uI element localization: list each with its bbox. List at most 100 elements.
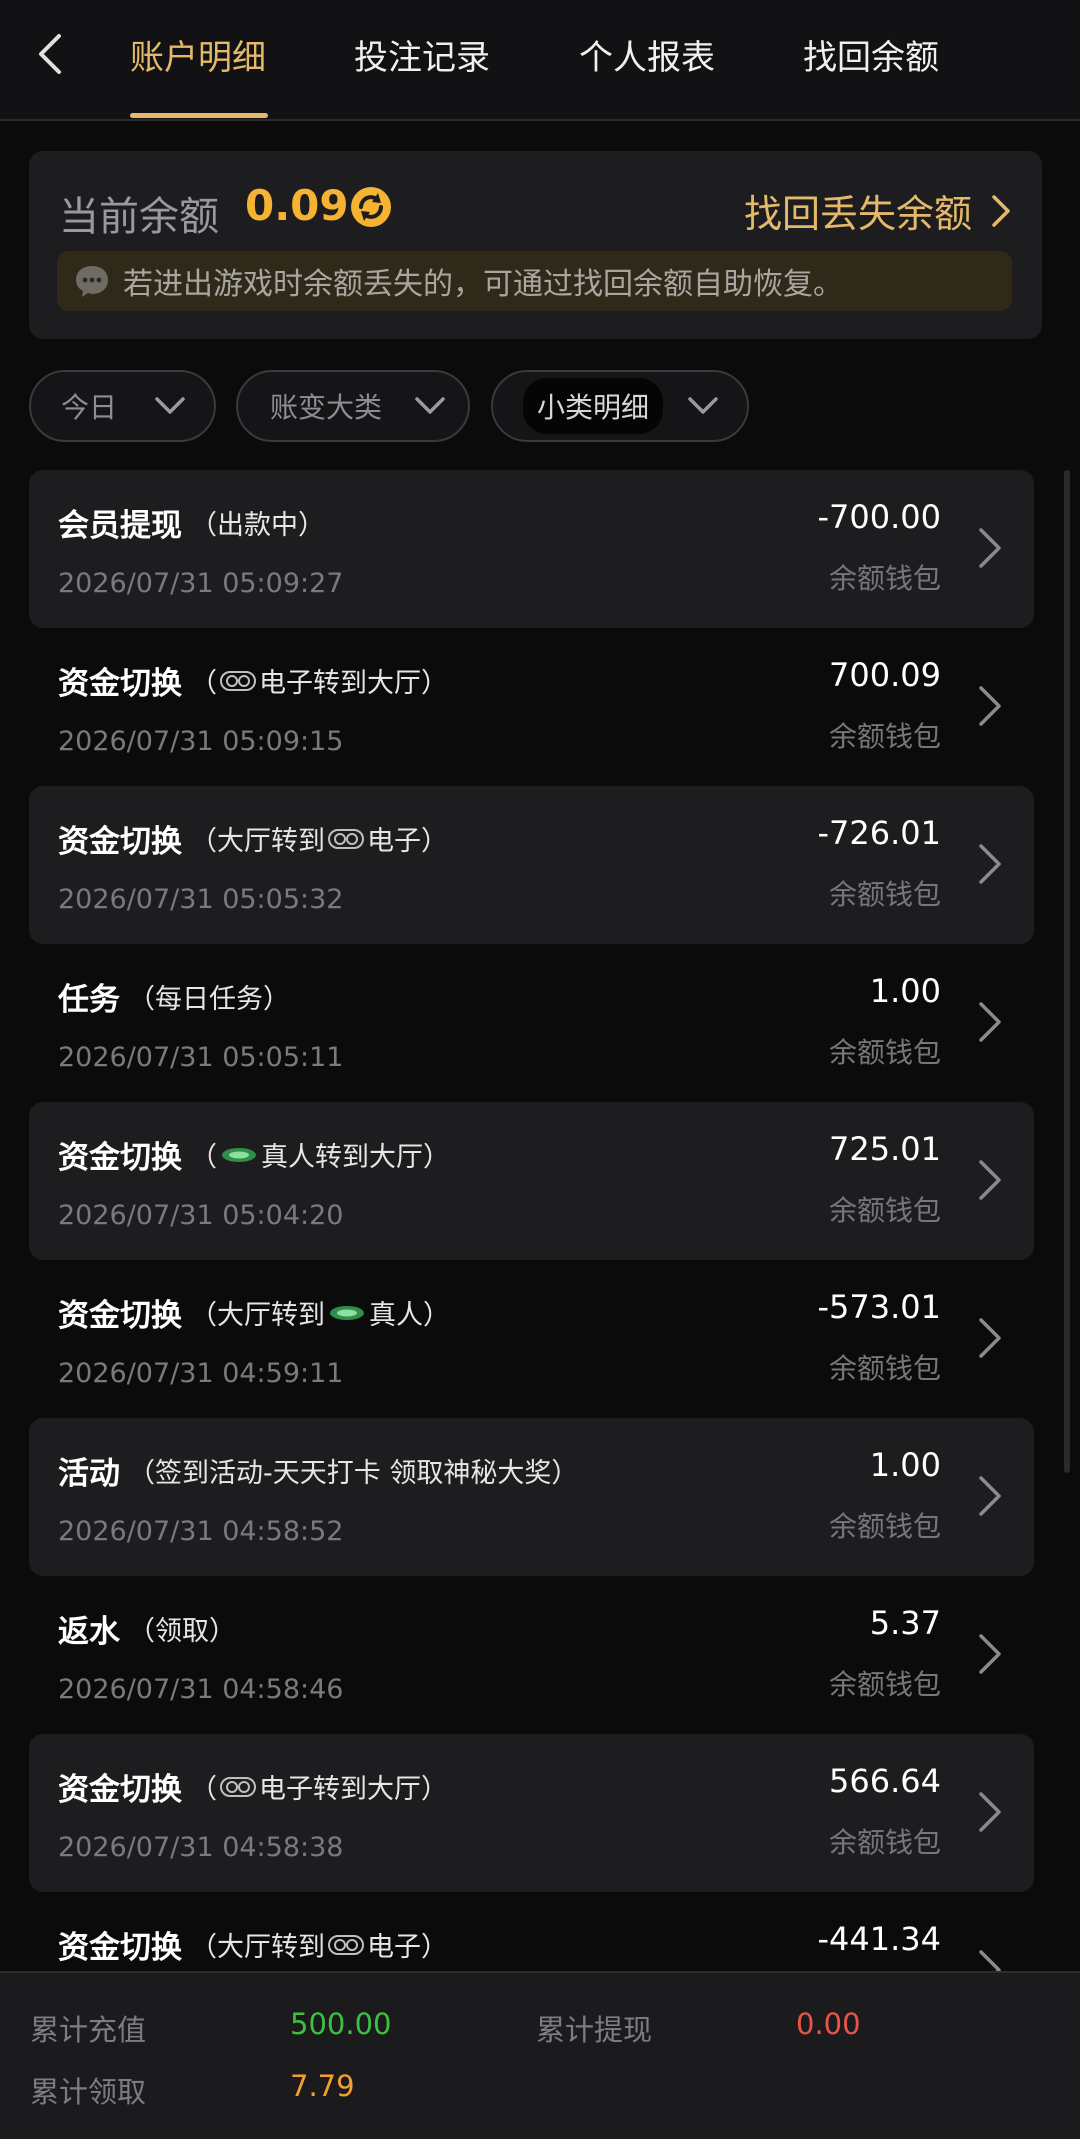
- transaction-time: 2026/07/31 04:58:52: [58, 1516, 344, 1547]
- transaction-wallet: 余额钱包: [828, 1826, 941, 1859]
- transaction-title: 资金切换 （大厅转到 真人）: [58, 1290, 450, 1335]
- pg-logo-icon: [220, 670, 256, 691]
- transaction-time: 2026/07/31 04:58:46: [58, 1674, 344, 1705]
- transaction-detail: （ 真人转到大厅）: [190, 1135, 450, 1174]
- transaction-row[interactable]: 资金切换 （ 电子转到大厅） 2026/07/31 04:58:38 566.64 余额钱…: [29, 1734, 1034, 1892]
- transaction-amount: 566.64: [829, 1762, 941, 1800]
- transaction-title: 资金切换 （ 电子转到大厅）: [58, 658, 448, 703]
- notice-banner: 若进出游戏时余额丢失的，可通过找回余额自助恢复。: [57, 251, 1012, 311]
- pg-logo-icon: [328, 828, 364, 849]
- transaction-detail-prefix: （: [190, 1774, 217, 1805]
- pg-logo-icon: [220, 1776, 256, 1797]
- transaction-time: 2026/07/31 05:05:32: [58, 884, 344, 915]
- filter-category[interactable]: 账变大类: [236, 370, 470, 442]
- balance-value: 0.09: [245, 181, 349, 230]
- chevron-right-icon: [979, 844, 1001, 884]
- transaction-row[interactable]: 任务 （每日任务） 2026/07/31 05:05:11 1.00 余额钱包: [29, 944, 1034, 1102]
- transaction-detail-prefix: （每日任务）: [128, 984, 290, 1015]
- transaction-amount: -441.34: [817, 1920, 941, 1958]
- transaction-detail-suffix: 真人）: [369, 1300, 450, 1331]
- transaction-row[interactable]: 资金切换 （大厅转到 真人） 2026/07/31 04:59:11 -573.01 余额…: [29, 1260, 1034, 1418]
- transaction-time: 2026/07/31 05:04:20: [58, 1200, 344, 1231]
- scrollbar[interactable]: [1064, 470, 1070, 1473]
- transaction-title: 返水 （领取）: [58, 1606, 236, 1651]
- transaction-title: 任务 （每日任务）: [58, 974, 290, 1019]
- transaction-detail-prefix: （大厅转到: [190, 826, 325, 857]
- chevron-right-icon: [979, 1318, 1001, 1358]
- transaction-wallet: 余额钱包: [828, 1668, 941, 1701]
- transaction-detail-suffix: 电子转到大厅）: [259, 1774, 448, 1805]
- recover-link-label: 找回丢失余额: [743, 192, 972, 236]
- tab-personal-report[interactable]: 个人报表: [579, 30, 715, 79]
- transaction-amount: 1.00: [869, 972, 941, 1010]
- transaction-amount: -726.01: [817, 814, 941, 852]
- chevron-right-icon: [979, 1634, 1001, 1674]
- filter-subcategory[interactable]: 小类明细: [491, 370, 749, 442]
- balance-card: 当前余额 0.09 找回丢失余额 若进出游戏时余额丢失的，可通过找回余额自助恢复…: [29, 151, 1042, 339]
- transaction-time: 2026/07/31 04:59:11: [58, 1358, 344, 1389]
- transaction-wallet: 余额钱包: [828, 1510, 941, 1543]
- tab-account-details[interactable]: 账户明细: [130, 30, 266, 79]
- transaction-row[interactable]: 资金切换 （大厅转到 电子） 2026/07/31 05:05:32 -726.01 余额…: [29, 786, 1034, 944]
- chevron-right-icon: [979, 686, 1001, 726]
- transaction-row[interactable]: 活动 （签到活动-天天打卡 领取神秘大奖） 2026/07/31 04:58:52 1…: [29, 1418, 1034, 1576]
- chevron-down-icon: [415, 397, 445, 414]
- transaction-detail: （每日任务）: [128, 977, 290, 1016]
- transaction-wallet: 余额钱包: [828, 562, 941, 595]
- chevron-down-icon: [155, 397, 185, 414]
- live-casino-logo-icon: [330, 1305, 364, 1320]
- recover-lost-balance-link[interactable]: 找回丢失余额: [744, 183, 1012, 238]
- transaction-type: 资金切换: [58, 1140, 182, 1176]
- transaction-type: 资金切换: [58, 1298, 182, 1334]
- transaction-time: 2026/07/31 05:09:15: [58, 726, 344, 757]
- total-claimed-label: 累计领取: [30, 2075, 147, 2109]
- transaction-title: 活动 （签到活动-天天打卡 领取神秘大奖）: [58, 1448, 578, 1493]
- total-withdraw-value: 0.00: [796, 2007, 861, 2041]
- transaction-title: 会员提现 （出款中）: [58, 500, 325, 545]
- transaction-type: 资金切换: [58, 824, 182, 860]
- transaction-detail: （签到活动-天天打卡 领取神秘大奖）: [128, 1451, 578, 1490]
- chevron-right-icon: [979, 1476, 1001, 1516]
- transaction-detail-suffix: 电子）: [367, 1932, 448, 1963]
- transaction-title: 资金切换 （ 电子转到大厅）: [58, 1764, 448, 1809]
- filter-date[interactable]: 今日: [29, 370, 216, 442]
- chat-bubble-icon: [76, 266, 108, 297]
- transaction-detail-prefix: （: [190, 668, 217, 699]
- active-tab-indicator: [130, 113, 268, 118]
- tab-recover-balance[interactable]: 找回余额: [803, 30, 939, 79]
- refresh-button[interactable]: [347, 183, 395, 231]
- back-button[interactable]: [26, 28, 74, 80]
- transaction-time: 2026/07/31 05:05:11: [58, 1042, 344, 1073]
- pg-logo-icon: [328, 1934, 364, 1955]
- transaction-row[interactable]: 会员提现 （出款中） 2026/07/31 05:09:27 -700.00 余额钱包: [29, 470, 1034, 628]
- transaction-title: 资金切换 （大厅转到 电子）: [58, 816, 448, 861]
- total-claimed-value: 7.79: [290, 2069, 355, 2103]
- chevron-right-icon: [979, 528, 1001, 568]
- transaction-list: 会员提现 （出款中） 2026/07/31 05:09:27 -700.00 余额钱包资…: [29, 470, 1034, 2050]
- transaction-detail: （大厅转到 真人）: [190, 1293, 450, 1332]
- live-casino-logo-icon: [222, 1147, 256, 1162]
- filter-date-label: 今日: [61, 391, 118, 424]
- total-deposit-value: 500.00: [290, 2007, 392, 2041]
- transaction-title: 资金切换 （大厅转到 电子）: [58, 1922, 448, 1967]
- transaction-detail-suffix: 电子）: [367, 826, 448, 857]
- transaction-wallet: 余额钱包: [828, 878, 941, 911]
- transaction-detail-suffix: 电子转到大厅）: [259, 668, 448, 699]
- tab-bet-records[interactable]: 投注记录: [354, 30, 490, 79]
- transaction-detail-suffix: 真人转到大厅）: [261, 1142, 450, 1173]
- transaction-detail-prefix: （领取）: [128, 1616, 236, 1647]
- transaction-detail: （领取）: [128, 1609, 236, 1648]
- transaction-row[interactable]: 资金切换 （ 真人转到大厅） 2026/07/31 05:04:20 725.01 余额钱…: [29, 1102, 1034, 1260]
- refresh-icon: [351, 187, 391, 227]
- transaction-amount: -700.00: [817, 498, 941, 536]
- chevron-right-icon: [979, 1160, 1001, 1200]
- transaction-detail: （ 电子转到大厅）: [190, 1767, 448, 1806]
- transaction-row[interactable]: 资金切换 （ 电子转到大厅） 2026/07/31 05:09:15 700.09 余额钱…: [29, 628, 1034, 786]
- transaction-amount: 5.37: [869, 1604, 941, 1642]
- summary-bar: 累计充值 500.00 累计提现 0.00 累计领取 7.79: [0, 1971, 1080, 2139]
- transaction-type: 资金切换: [58, 1772, 182, 1808]
- transaction-wallet: 余额钱包: [828, 1194, 941, 1227]
- transaction-row[interactable]: 返水 （领取） 2026/07/31 04:58:46 5.37 余额钱包: [29, 1576, 1034, 1734]
- chevron-left-icon: [39, 34, 61, 74]
- transaction-wallet: 余额钱包: [828, 720, 941, 753]
